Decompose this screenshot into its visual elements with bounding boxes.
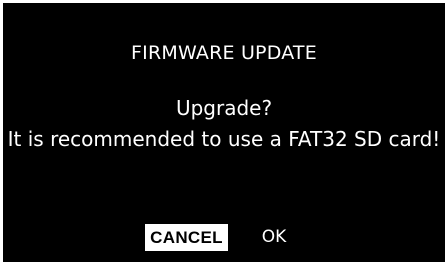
firmware-update-dialog: FIRMWARE UPDATE Upgrade? It is recommend… — [3, 3, 445, 262]
cancel-button[interactable]: CANCEL — [145, 224, 228, 251]
dialog-title: FIRMWARE UPDATE — [131, 42, 317, 64]
dialog-question: Upgrade? — [175, 96, 273, 120]
ok-button[interactable]: OK — [256, 224, 292, 251]
dialog-message: It is recommended to use a FAT32 SD card… — [7, 127, 441, 151]
dialog-buttons: CANCEL OK — [3, 224, 445, 252]
